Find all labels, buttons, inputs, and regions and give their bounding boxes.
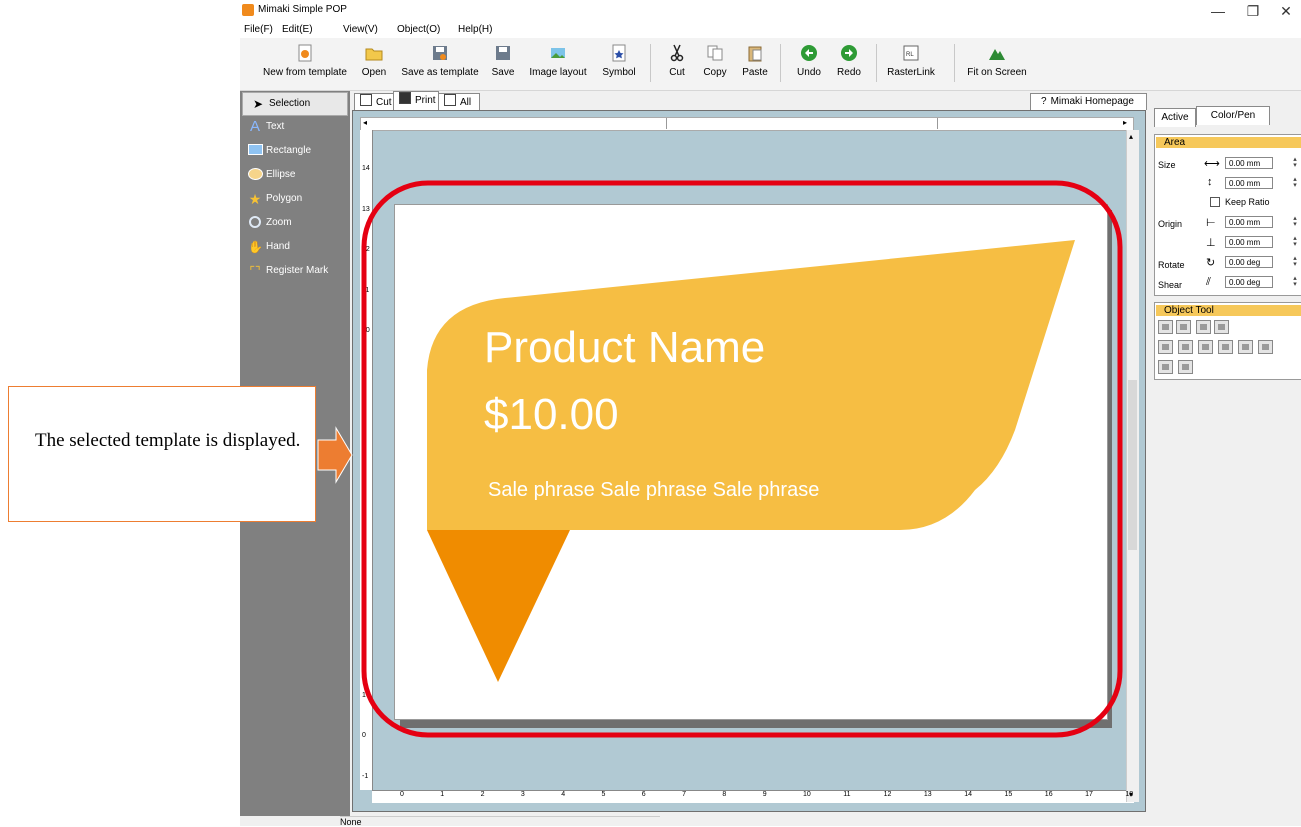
annotation-callout: The selected template is displayed. xyxy=(8,386,316,522)
pop-sale-phrase[interactable]: Sale phrase Sale phrase Sale phrase xyxy=(488,479,819,502)
callout-arrow xyxy=(317,426,353,484)
pop-tail-shape[interactable] xyxy=(427,530,570,682)
annotation-text: The selected template is displayed. xyxy=(35,430,301,451)
pop-product-name[interactable]: Product Name xyxy=(484,323,765,373)
pop-price[interactable]: $10.00 xyxy=(484,390,619,440)
